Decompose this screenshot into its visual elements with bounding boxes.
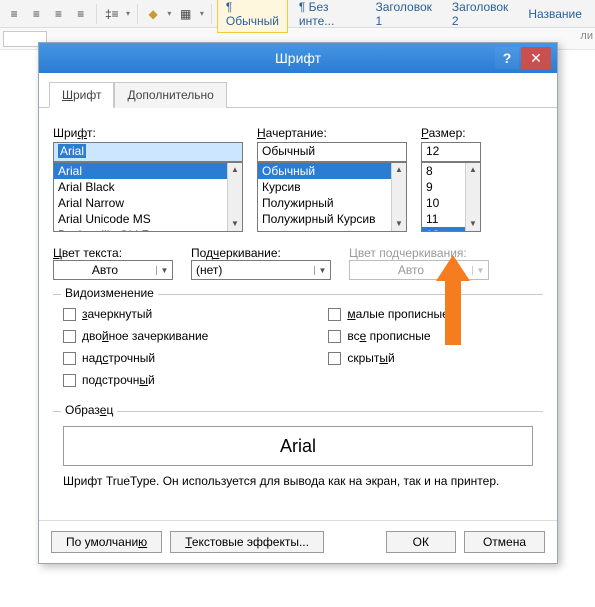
- cancel-button[interactable]: Отмена: [464, 531, 545, 553]
- ok-button[interactable]: ОК: [386, 531, 456, 553]
- borders-icon[interactable]: ▦: [176, 3, 196, 25]
- color-group: Цвет текста: Авто▼: [53, 246, 173, 280]
- separator: [211, 4, 212, 24]
- checkbox-icon[interactable]: [328, 308, 341, 321]
- align-left-icon[interactable]: ≡: [4, 3, 24, 25]
- style-nospace[interactable]: ¶ Без инте...: [290, 0, 365, 33]
- text-effects-button[interactable]: Текстовые эффекты...: [170, 531, 324, 553]
- effects-fieldset: Видоизменение зачеркнутый двойное зачерк…: [53, 294, 543, 397]
- align-center-icon[interactable]: ≡: [26, 3, 46, 25]
- check-strikethrough[interactable]: зачеркнутый: [63, 307, 208, 321]
- tab-advanced[interactable]: ДДополнительноополнительно: [114, 82, 226, 108]
- checkbox-icon[interactable]: [328, 352, 341, 365]
- chevron-down-icon[interactable]: ▾: [198, 9, 206, 18]
- separator: [137, 4, 138, 24]
- close-button[interactable]: ✕: [521, 47, 551, 69]
- size-label: Размер:: [421, 126, 481, 140]
- chevron-down-icon[interactable]: ▼: [156, 266, 172, 275]
- separator: [96, 4, 97, 24]
- help-button[interactable]: ?: [495, 47, 519, 69]
- font-hint: Шрифт TrueType. Он используется для выво…: [63, 474, 533, 488]
- chevron-down-icon[interactable]: ▾: [124, 9, 132, 18]
- checkbox-icon[interactable]: [63, 352, 76, 365]
- align-justify-icon[interactable]: ≡: [71, 3, 91, 25]
- check-allcaps[interactable]: все прописные: [328, 329, 449, 343]
- chevron-down-icon[interactable]: ▾: [165, 9, 173, 18]
- font-dialog: Шрифт ? ✕ Шрифт ДДополнительноополнитель…: [38, 42, 558, 564]
- scrollbar[interactable]: ▲▼: [227, 163, 242, 231]
- style-column: Начертание: Обычный Обычный Курсив Полуж…: [257, 126, 407, 232]
- titlebar[interactable]: Шрифт ? ✕: [39, 43, 557, 73]
- underline-group: Подчеркивание: (нет)▼: [191, 246, 331, 280]
- line-spacing-icon[interactable]: ‡≡: [102, 3, 122, 25]
- checkbox-icon[interactable]: [328, 330, 341, 343]
- style-h2[interactable]: Заголовок 2: [443, 0, 517, 33]
- size-input[interactable]: 12: [421, 142, 481, 162]
- underline-combo[interactable]: (нет)▼: [191, 260, 331, 280]
- effects-legend: Видоизменение: [61, 286, 158, 300]
- size-column: Размер: 12 8 9 10 11 12 ▲▼: [421, 126, 481, 232]
- button-bar: По умолчанию Текстовые эффекты... ОК Отм…: [39, 520, 557, 563]
- list-item[interactable]: Полужирный Курсив: [258, 211, 406, 227]
- checkbox-icon[interactable]: [63, 374, 76, 387]
- align-right-icon[interactable]: ≡: [48, 3, 68, 25]
- color-combo[interactable]: Авто▼: [53, 260, 173, 280]
- checkbox-icon[interactable]: [63, 308, 76, 321]
- checkbox-icon[interactable]: [63, 330, 76, 343]
- chevron-down-icon[interactable]: ▼: [314, 266, 330, 275]
- list-item[interactable]: Курсив: [258, 179, 406, 195]
- chevron-down-icon: ▼: [472, 266, 488, 275]
- font-label: Шрифт:: [53, 126, 243, 140]
- default-button[interactable]: По умолчанию: [51, 531, 162, 553]
- check-hidden[interactable]: скрытый: [328, 351, 449, 365]
- shading-icon[interactable]: ◆: [143, 3, 163, 25]
- check-superscript[interactable]: надстрочный: [63, 351, 208, 365]
- tabs: Шрифт ДДополнительноополнительно: [39, 73, 557, 108]
- list-item[interactable]: Baskerville Old Face: [54, 227, 242, 232]
- ribbon: ≡ ≡ ≡ ≡ ‡≡▾ ◆▾ ▦▾ ¶ Обычный ¶ Без инте..…: [0, 0, 595, 28]
- underline-color-combo: Авто▼: [349, 260, 489, 280]
- font-column: Шрифт: Arial Arial Arial Black Arial Nar…: [53, 126, 243, 232]
- tab-font[interactable]: Шрифт: [49, 82, 114, 108]
- list-item[interactable]: Полужирный: [258, 195, 406, 211]
- style-title[interactable]: Название: [519, 2, 591, 26]
- check-double-strike[interactable]: двойное зачеркивание: [63, 329, 208, 343]
- truncated-text: ли: [580, 30, 593, 42]
- scrollbar[interactable]: ▲▼: [391, 163, 406, 231]
- font-input[interactable]: Arial: [53, 142, 243, 162]
- check-smallcaps[interactable]: малые прописные: [328, 307, 449, 321]
- list-item[interactable]: Arial Narrow: [54, 195, 242, 211]
- sample-fieldset: Образец Arial Шрифт TrueType. Он использ…: [53, 411, 543, 498]
- dialog-body: Шрифт: Arial Arial Arial Black Arial Nar…: [39, 108, 557, 508]
- check-subscript[interactable]: подстрочный: [63, 373, 208, 387]
- style-h1[interactable]: Заголовок 1: [366, 0, 440, 33]
- preview-box: Arial: [63, 426, 533, 466]
- dialog-title: Шрифт: [275, 50, 321, 66]
- list-item[interactable]: Arial Black: [54, 179, 242, 195]
- style-normal[interactable]: ¶ Обычный: [217, 0, 288, 33]
- size-list[interactable]: 8 9 10 11 12 ▲▼: [421, 162, 481, 232]
- style-label: Начертание:: [257, 126, 407, 140]
- scrollbar[interactable]: ▲▼: [465, 163, 480, 231]
- font-list[interactable]: Arial Arial Black Arial Narrow Arial Uni…: [53, 162, 243, 232]
- sample-legend: Образец: [61, 403, 117, 417]
- list-item[interactable]: Arial Unicode MS: [54, 211, 242, 227]
- color-label: Цвет текста:: [53, 246, 173, 260]
- underline-color-label: Цвет подчеркивания:: [349, 246, 489, 260]
- list-item[interactable]: Обычный: [258, 163, 406, 179]
- underline-color-group: Цвет подчеркивания: Авто▼: [349, 246, 489, 280]
- underline-label: Подчеркивание:: [191, 246, 331, 260]
- list-item[interactable]: Arial: [54, 163, 242, 179]
- style-list[interactable]: Обычный Курсив Полужирный Полужирный Кур…: [257, 162, 407, 232]
- style-input[interactable]: Обычный: [257, 142, 407, 162]
